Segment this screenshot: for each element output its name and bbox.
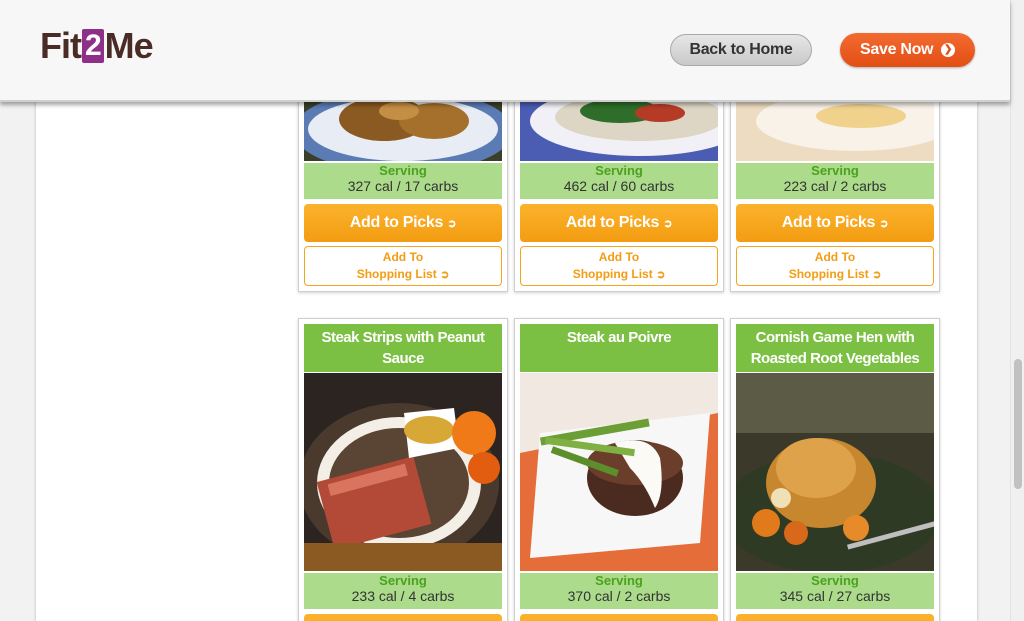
vertical-scrollbar[interactable] <box>1010 0 1024 621</box>
shopping-list-label-line1: Add To <box>382 250 424 264</box>
recipe-card: Cornish Game Hen with Roasted Root Veget… <box>730 318 940 621</box>
fit2me-logo[interactable]: Fit 2 Me <box>40 25 154 66</box>
back-to-home-button[interactable]: Back to Home <box>670 34 812 66</box>
sign-in-icon: ➲ <box>872 269 882 281</box>
sign-in-icon: ➲ <box>663 218 673 230</box>
sign-in-icon: ➲ <box>447 218 457 230</box>
shopping-list-label-line2: Shopping List <box>788 267 869 281</box>
serving-info: Serving 370 cal / 2 carbs <box>520 573 718 609</box>
save-now-label: Save Now <box>860 41 934 58</box>
chevron-right-circle-icon: ❯ <box>941 43 955 57</box>
serving-info: Serving 327 cal / 17 carbs <box>304 163 502 199</box>
serving-label: Serving <box>595 573 643 588</box>
sign-in-icon: ➲ <box>656 269 666 281</box>
recipe-title[interactable]: Steak Strips with Peanut Sauce <box>304 324 502 372</box>
recipe-photo[interactable] <box>304 373 502 571</box>
serving-label: Serving <box>811 573 859 588</box>
add-to-picks-button[interactable] <box>520 614 718 621</box>
serving-label: Serving <box>595 163 643 178</box>
recipe-title[interactable]: Cornish Game Hen with Roasted Root Veget… <box>736 324 934 372</box>
recipe-title[interactable]: Steak au Poivre <box>520 324 718 372</box>
recipe-photo[interactable] <box>736 373 934 571</box>
serving-value: 233 cal / 4 carbs <box>351 588 455 604</box>
logo-text-me: Me <box>104 25 154 66</box>
save-now-button[interactable]: Save Now ❯ <box>840 33 975 67</box>
scrollbar-thumb[interactable] <box>1014 359 1022 489</box>
add-to-picks-label: Add to Picks <box>781 214 876 231</box>
add-to-picks-label: Add to Picks <box>565 214 660 231</box>
logo-text-2: 2 <box>81 29 104 63</box>
add-to-picks-button[interactable] <box>304 614 502 621</box>
add-to-shopping-list-button[interactable]: Add To Shopping List ➲ <box>304 246 502 286</box>
serving-value: 462 cal / 60 carbs <box>563 178 675 194</box>
serving-info: Serving 462 cal / 60 carbs <box>520 163 718 199</box>
add-to-shopping-list-button[interactable]: Add To Shopping List ➲ <box>520 246 718 286</box>
sign-in-icon: ➲ <box>879 218 889 230</box>
serving-info: Serving 345 cal / 27 carbs <box>736 573 934 609</box>
serving-value: 327 cal / 17 carbs <box>347 178 459 194</box>
add-to-picks-button[interactable]: Add to Picks ➲ <box>304 204 502 242</box>
serving-value: 345 cal / 27 carbs <box>779 588 891 604</box>
serving-label: Serving <box>811 163 859 178</box>
serving-value: 370 cal / 2 carbs <box>567 588 671 604</box>
shopping-list-label-line2: Shopping List <box>572 267 653 281</box>
logo-text-fit: Fit <box>40 25 82 66</box>
serving-label: Serving <box>379 163 427 178</box>
recipe-card: Steak Strips with Peanut Sauce Serving 2… <box>298 318 508 621</box>
add-to-picks-button[interactable] <box>736 614 934 621</box>
serving-info: Serving 223 cal / 2 carbs <box>736 163 934 199</box>
add-to-picks-button[interactable]: Add to Picks ➲ <box>520 204 718 242</box>
site-header: Fit 2 Me Back to Home Save Now ❯ <box>0 0 1010 102</box>
serving-value: 223 cal / 2 carbs <box>783 178 887 194</box>
add-to-picks-button[interactable]: Add to Picks ➲ <box>736 204 934 242</box>
serving-info: Serving 233 cal / 4 carbs <box>304 573 502 609</box>
sign-in-icon: ➲ <box>440 269 450 281</box>
shopping-list-label-line1: Add To <box>598 250 640 264</box>
add-to-shopping-list-button[interactable]: Add To Shopping List ➲ <box>736 246 934 286</box>
add-to-picks-label: Add to Picks <box>349 214 444 231</box>
recipe-card: Steak au Poivre Serving 370 cal / 2 carb… <box>514 318 724 621</box>
shopping-list-label-line2: Shopping List <box>356 267 437 281</box>
shopping-list-label-line1: Add To <box>814 250 856 264</box>
recipe-photo[interactable] <box>520 373 718 571</box>
serving-label: Serving <box>379 573 427 588</box>
